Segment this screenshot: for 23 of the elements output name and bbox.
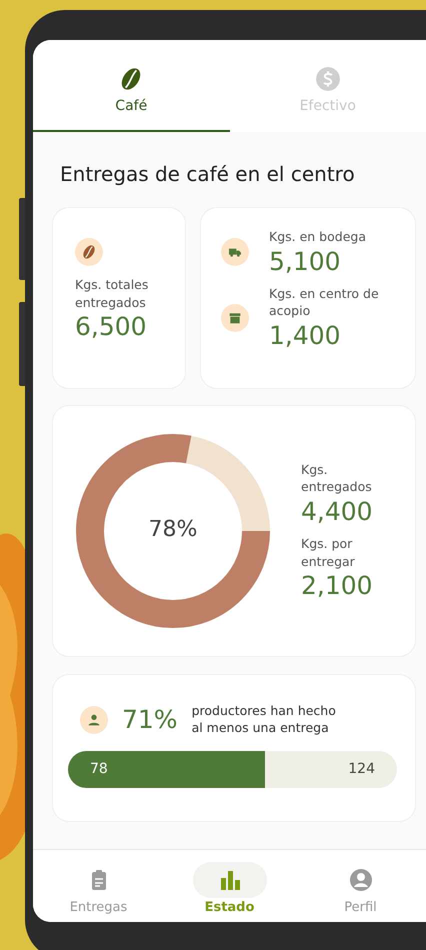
truck-badge-icon [221, 238, 249, 266]
stat-label: Kgs. totales entregados [75, 276, 150, 311]
legend-label: Kgs. entregados [301, 460, 373, 496]
donut-percent: 78% [148, 517, 198, 542]
dollar-coin-icon [314, 66, 341, 92]
progress-count: 78 [90, 761, 108, 778]
profile-icon [348, 868, 372, 892]
stat-value: 5,100 [269, 246, 342, 277]
stat-value: 6,500 [75, 311, 148, 342]
legend-value: 4,400 [301, 496, 374, 527]
box-badge-icon [221, 304, 249, 332]
coffee-bean-badge-icon [75, 238, 103, 266]
percent-value: 71% [122, 705, 178, 734]
person-badge-icon [80, 706, 108, 734]
stat-label: Kgs. en bodega [269, 228, 367, 246]
legend-label: Kgs. por entregar [301, 535, 356, 570]
stat-label: Kgs. en centro de acopio [269, 284, 380, 320]
tab[interactable]: Café [33, 40, 230, 132]
progress-total: 124 [348, 761, 375, 778]
legend-value: 2,100 [301, 570, 374, 602]
producers-text: productores han hecho al menos una entrega [192, 703, 337, 737]
section-title: Entregas de café en el centro [59, 162, 356, 186]
stat-value: 1,400 [269, 320, 342, 351]
